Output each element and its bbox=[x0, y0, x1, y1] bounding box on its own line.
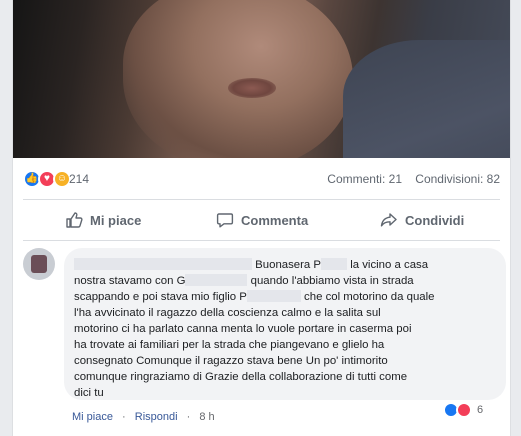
comment-button-label: Commenta bbox=[241, 212, 309, 228]
love-icon bbox=[456, 402, 472, 418]
like-button[interactable]: Mi piace bbox=[65, 203, 141, 237]
comment-meta: Mi piace · Rispondi · 8 h bbox=[72, 411, 221, 423]
like-button-label: Mi piace bbox=[90, 212, 142, 228]
comment-like-link[interactable]: Mi piace bbox=[72, 411, 113, 423]
post-card: 👍 ♥ ☺ 214 Commenti: 21 Condivisioni: 82 … bbox=[12, 0, 511, 436]
reaction-count[interactable]: 214 bbox=[69, 172, 89, 186]
comment-bubble: Buonasera P la vicino a casa nostra stav… bbox=[64, 248, 506, 400]
redacted-name[interactable] bbox=[74, 258, 252, 270]
comment-reaction-count: 6 bbox=[477, 404, 484, 416]
photo-shirt bbox=[343, 40, 510, 158]
comment-button[interactable]: Commenta bbox=[216, 203, 308, 237]
separator: · bbox=[122, 411, 126, 423]
comment-line: l'ha avvicinato il ragazzo della coscien… bbox=[74, 307, 381, 319]
divider bbox=[23, 240, 500, 241]
share-button[interactable]: Condividi bbox=[380, 203, 464, 237]
post-photo[interactable] bbox=[13, 0, 510, 158]
comment-line: consegnato Comunque il ragazzo stava ben… bbox=[74, 355, 388, 367]
thumbs-up-icon bbox=[66, 212, 83, 228]
comment-line: motorino ci ha parlato canna menta lo vu… bbox=[74, 323, 412, 335]
comment-line: ha trovate ai familiari per la strada ch… bbox=[74, 339, 385, 351]
post-stats-bar: 👍 ♥ ☺ 214 Commenti: 21 Condivisioni: 82 bbox=[13, 162, 510, 196]
shares-count-link[interactable]: Condivisioni: 82 bbox=[415, 172, 500, 186]
separator: · bbox=[186, 411, 191, 423]
share-arrow-icon bbox=[380, 213, 397, 227]
comment-line: scappando e poi stava mio figlio P che c… bbox=[74, 290, 435, 303]
comments-count-link[interactable]: Commenti: 21 bbox=[327, 172, 402, 186]
comment-line: nostra stavamo con G quando l'abbiamo vi… bbox=[74, 274, 414, 287]
comment-line: Buonasera P la vicino a casa bbox=[74, 258, 428, 272]
post-actions: Mi piace Commenta Condividi bbox=[13, 203, 510, 237]
photo-lips bbox=[228, 78, 276, 98]
comment-reply-link[interactable]: Rispondi bbox=[135, 411, 178, 423]
comment-line: dici tu bbox=[74, 387, 104, 399]
avatar-image bbox=[31, 255, 47, 273]
comment-icon bbox=[216, 213, 234, 228]
share-button-label: Condividi bbox=[405, 212, 465, 228]
avatar[interactable] bbox=[23, 248, 55, 280]
comment-line: comunque ringraziamo di Grazie della col… bbox=[74, 371, 408, 383]
redacted-text bbox=[321, 258, 348, 270]
redacted-text bbox=[185, 274, 248, 286]
comment-timestamp[interactable]: 8 h bbox=[199, 411, 214, 423]
divider bbox=[23, 199, 500, 200]
redacted-text bbox=[246, 290, 301, 302]
